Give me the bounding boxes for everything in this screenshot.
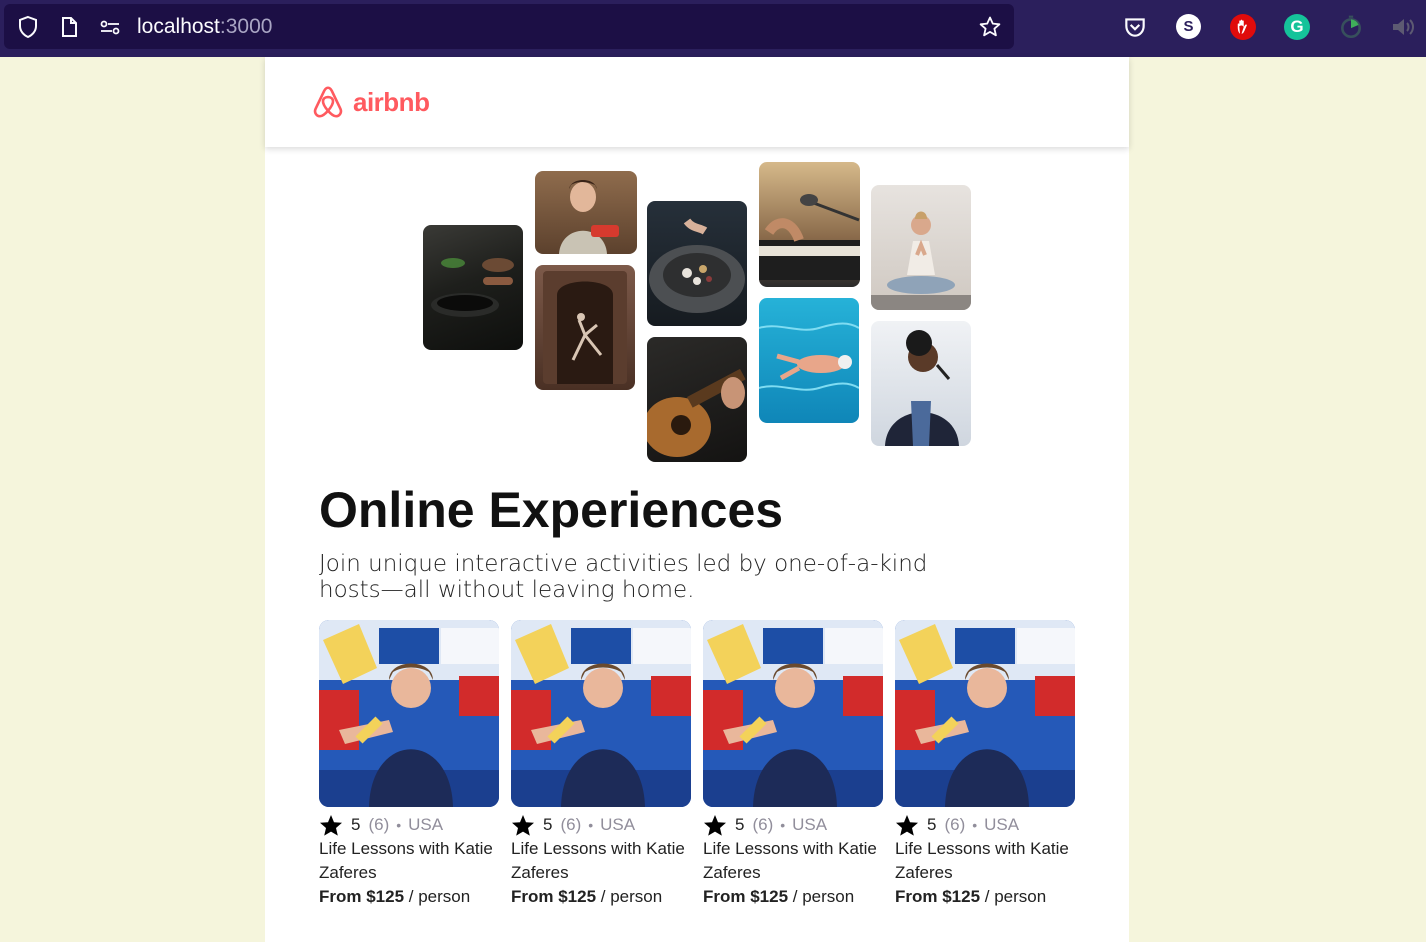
card-title: Life Lessons with Katie Zaferes — [895, 839, 1069, 882]
star-icon — [512, 815, 534, 836]
timer-icon[interactable] — [1338, 14, 1364, 40]
photo-dancer-doorway — [535, 265, 635, 390]
star-icon — [704, 815, 726, 836]
card-price-unit: / person — [980, 887, 1047, 906]
photo-swimmer — [759, 298, 859, 423]
star-icon — [320, 815, 342, 836]
grammarly-icon[interactable]: G — [1284, 14, 1310, 40]
photo-plated-dish — [647, 201, 747, 326]
card-rating: 5 — [735, 815, 745, 834]
page-container: airbnb Online Experiences Join unique in… — [265, 57, 1129, 942]
experience-card[interactable]: 5 (6) • USA Life Lessons with Katie Zafe… — [511, 620, 691, 909]
card-stats: 5 (6) • USA — [703, 814, 883, 836]
photo-singer — [871, 321, 971, 446]
card-photo-athlete — [895, 620, 1075, 807]
experience-card[interactable]: 5 (6) • USA Life Lessons with Katie Zafe… — [895, 620, 1075, 909]
photo-pasta-chef — [535, 171, 637, 254]
card-photo-athlete — [511, 620, 691, 807]
card-separator: • — [972, 817, 978, 833]
star-icon — [896, 815, 918, 836]
s-extension-icon[interactable]: S — [1176, 14, 1201, 39]
speaker-icon[interactable] — [1390, 14, 1416, 40]
card-location: USA — [984, 815, 1020, 834]
card-location: USA — [408, 815, 444, 834]
card-location: USA — [600, 815, 636, 834]
card-review-count: (6) — [368, 815, 390, 834]
card-rating: 5 — [543, 815, 553, 834]
card-title: Life Lessons with Katie Zaferes — [319, 839, 493, 882]
photo-microphone-piano — [759, 162, 860, 287]
card-review-count: (6) — [944, 815, 966, 834]
card-location: USA — [792, 815, 828, 834]
url-text[interactable]: localhost:3000 — [137, 15, 272, 39]
address-bar[interactable]: localhost:3000 — [4, 4, 1014, 49]
experience-card[interactable]: 5 (6) • USA Life Lessons with Katie Zafe… — [319, 620, 499, 909]
navbar: airbnb — [265, 57, 1129, 147]
card-rating: 5 — [351, 815, 361, 834]
airbnb-logo[interactable]: airbnb — [309, 83, 430, 121]
photo-guitar — [647, 337, 747, 462]
card-price-amount: From $125 — [895, 887, 981, 906]
card-price-amount: From $125 — [319, 887, 405, 906]
card-stats: 5 (6) • USA — [895, 814, 1075, 836]
card-price-unit: / person — [788, 887, 855, 906]
photo-cooking — [423, 225, 523, 350]
experience-card[interactable]: 5 (6) • USA Life Lessons with Katie Zafe… — [703, 620, 883, 909]
card-photo-athlete — [703, 620, 883, 807]
card-price-amount: From $125 — [511, 887, 597, 906]
card-separator: • — [780, 817, 786, 833]
card-title: Life Lessons with Katie Zaferes — [703, 839, 877, 882]
card-separator: • — [588, 817, 594, 833]
bookmark-star-icon[interactable] — [978, 15, 1002, 39]
card-price-unit: / person — [404, 887, 471, 906]
page-title: Online Experiences — [319, 482, 784, 538]
card-price: From $125 / person — [703, 885, 883, 909]
adblock-icon[interactable] — [1230, 14, 1256, 40]
logo-wordmark: airbnb — [353, 86, 430, 117]
card-rating: 5 — [927, 815, 937, 834]
pocket-icon[interactable] — [1122, 14, 1148, 40]
card-price: From $125 / person — [895, 885, 1075, 909]
card-price: From $125 / person — [319, 885, 499, 909]
url-port: :3000 — [219, 15, 273, 38]
card-review-count: (6) — [752, 815, 774, 834]
browser-toolbar: localhost:3000 S G — [0, 0, 1426, 57]
card-price-unit: / person — [596, 887, 663, 906]
permissions-icon[interactable] — [98, 15, 122, 39]
page-icon[interactable] — [57, 15, 81, 39]
card-separator: • — [396, 817, 402, 833]
card-title: Life Lessons with Katie Zaferes — [511, 839, 685, 882]
card-review-count: (6) — [560, 815, 582, 834]
card-price: From $125 / person — [511, 885, 691, 909]
card-price-amount: From $125 — [703, 887, 789, 906]
photo-yoga — [871, 185, 971, 310]
shield-icon[interactable] — [16, 15, 40, 39]
url-host: localhost — [137, 15, 220, 38]
card-photo-athlete — [319, 620, 499, 807]
card-stats: 5 (6) • USA — [319, 814, 499, 836]
airbnb-belo-icon — [313, 86, 343, 118]
page-subtitle: Join unique interactive activities led b… — [319, 551, 928, 603]
card-stats: 5 (6) • USA — [511, 814, 691, 836]
